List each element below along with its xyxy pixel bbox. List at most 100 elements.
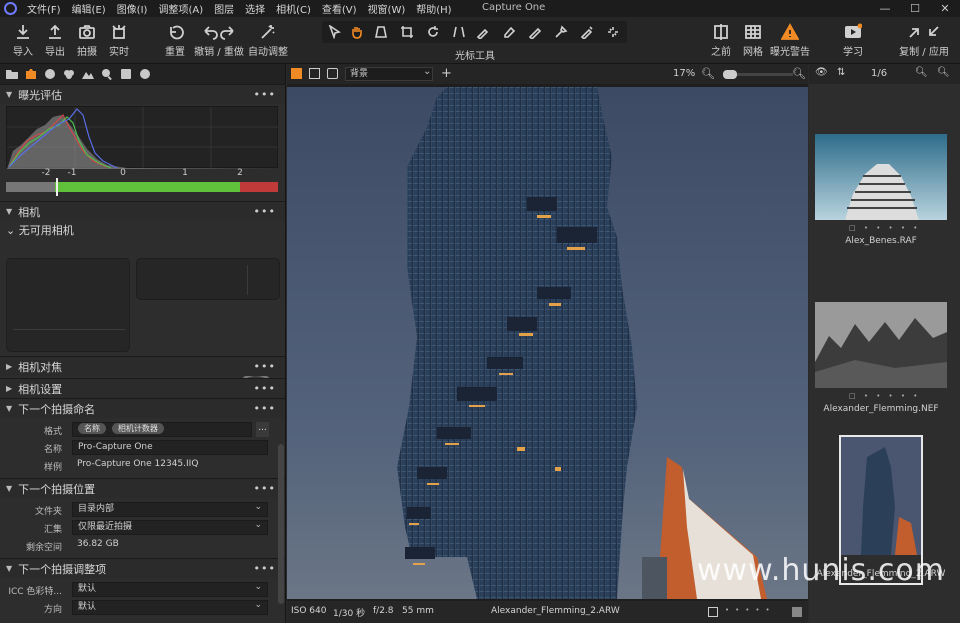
next-capture-naming-title: 下一个拍摄命名 — [18, 402, 96, 416]
viewer: 背景 ⌄ + 17% 🔍︎ 🔍︎ ISO 640 1/30 秒 f/2.8 55… — [287, 64, 808, 623]
menu-file[interactable]: 文件(F) — [27, 1, 61, 16]
zoom-out-icon[interactable]: 🔍︎ — [701, 67, 715, 80]
section-menu-icon[interactable]: ••• — [254, 402, 276, 415]
select-cursor-icon[interactable] — [328, 23, 344, 40]
tools-scrollbar[interactable] — [278, 444, 284, 604]
zoom-browser-icon[interactable]: 🔍︎ — [915, 67, 928, 78]
background-select[interactable]: 背景 — [345, 67, 433, 81]
menu-view[interactable]: 查看(V) — [322, 1, 357, 16]
star-rating[interactable]: ••••• — [725, 606, 776, 614]
annotate-icon[interactable] — [580, 25, 596, 41]
camera-info-panel — [6, 258, 130, 352]
section-menu-icon[interactable]: ••• — [254, 382, 276, 395]
multi-view-icon[interactable] — [291, 68, 302, 79]
settings-spark-icon[interactable] — [606, 25, 622, 39]
chevron-down-icon: ⌄ — [6, 224, 16, 237]
exposure-evaluation-header[interactable]: ▼ 曝光评估 ••• — [0, 84, 285, 104]
section-menu-icon[interactable]: ••• — [254, 88, 276, 101]
zoom-slider[interactable] — [723, 70, 793, 79]
menu-window[interactable]: 视窗(W) — [368, 1, 406, 16]
star-rating[interactable]: □ • • • • • — [849, 392, 920, 400]
live-view-button[interactable]: 实时 — [104, 23, 134, 58]
color-tab-icon[interactable] — [61, 68, 77, 81]
eye-icon[interactable]: 👁︎ — [815, 67, 828, 78]
metadata-tab-icon[interactable] — [137, 68, 153, 81]
section-menu-icon[interactable]: ••• — [254, 205, 276, 218]
heal-pen-icon[interactable] — [528, 25, 544, 41]
orientation-select[interactable]: 默认 — [72, 599, 268, 615]
name-input[interactable]: Pro-Capture One — [72, 440, 268, 455]
camera-focus-title: 相机对焦 — [18, 360, 63, 374]
rating-box-icon[interactable] — [708, 607, 718, 617]
menu-edit[interactable]: 编辑(E) — [72, 1, 106, 16]
menu-camera[interactable]: 相机(C) — [276, 1, 311, 16]
zoom-in-icon[interactable]: 🔍︎ — [792, 67, 806, 80]
thumbnail[interactable]: □ • • • • • Alexander_Flemming.NEF — [815, 302, 947, 422]
proof-view-icon[interactable] — [327, 68, 338, 79]
grid-button[interactable]: 网格 — [738, 23, 768, 58]
keystone-icon[interactable] — [452, 25, 468, 39]
no-camera-available[interactable]: ⌄ 无可用相机 — [6, 222, 74, 238]
menu-image[interactable]: 图像(I) — [117, 1, 148, 16]
capture-button[interactable]: 拍摄 — [72, 23, 102, 58]
undo-redo-button[interactable]: 撤销 / 重做 — [193, 23, 245, 58]
details-tab-icon[interactable] — [99, 68, 115, 81]
menu-help[interactable]: 帮助(H) — [416, 1, 451, 16]
zoom-slider-thumb[interactable] — [723, 70, 737, 79]
maximize-button[interactable]: ☐ — [900, 0, 930, 17]
eraser-icon[interactable] — [502, 25, 518, 39]
folder-select[interactable]: 目录内部 — [72, 501, 268, 517]
photo-preview[interactable] — [287, 87, 808, 599]
crop-icon[interactable] — [400, 25, 416, 39]
star-rating[interactable]: □ • • • • • — [849, 224, 920, 232]
export-button[interactable]: 导出 — [40, 23, 70, 58]
export-icon — [45, 23, 65, 41]
minimize-button[interactable]: — — [870, 0, 900, 17]
learn-button[interactable]: 学习 — [838, 23, 868, 58]
camera-focus-header[interactable]: ▶ 相机对焦 ••• — [0, 356, 285, 376]
menu-adjustments[interactable]: 调整项(A) — [158, 1, 203, 16]
single-view-icon[interactable] — [309, 68, 320, 79]
exposure-tab-icon[interactable] — [80, 68, 96, 81]
library-tab-icon[interactable] — [4, 68, 20, 81]
copy-apply-button[interactable]: 复制 / 应用 — [898, 23, 950, 58]
reset-button[interactable]: 重置 — [160, 23, 190, 58]
icc-select[interactable]: 默认 — [72, 581, 268, 597]
lens-tab-icon[interactable] — [42, 68, 58, 81]
name-label: 名称 — [43, 445, 62, 455]
picker-icon[interactable] — [554, 25, 570, 39]
next-capture-adjust-header[interactable]: ▼ 下一个拍摄调整项 ••• — [0, 558, 285, 578]
capture-tab-icon[interactable] — [23, 68, 39, 81]
sort-icon[interactable]: ⇅ — [837, 67, 845, 78]
format-field[interactable]: 名称 相机计数器 — [72, 422, 252, 437]
camera-settings-header[interactable]: ▶ 相机设置 ••• — [0, 378, 285, 398]
camera-counter-token[interactable]: 相机计数器 — [111, 423, 164, 434]
menu-select[interactable]: 选择 — [245, 1, 265, 16]
browser-panel: 👁︎ ⇅ 1/6 🔍︎ 🔍︎ □ • • • • • Alex_Benes.RA… — [809, 64, 960, 623]
section-menu-icon[interactable]: ••• — [254, 562, 276, 575]
format-edit-button[interactable]: ... — [256, 422, 269, 437]
name-token[interactable]: 名称 — [78, 423, 106, 434]
close-button[interactable]: ✕ — [930, 0, 960, 17]
menu-layers[interactable]: 图层 — [214, 1, 234, 16]
auto-adjust-button[interactable]: 自动调整 — [248, 23, 288, 58]
section-menu-icon[interactable]: ••• — [254, 360, 276, 373]
adjustments-tab-icon[interactable] — [118, 68, 134, 81]
collection-select[interactable]: 仅限最近拍摄 — [72, 519, 268, 535]
search-icon[interactable]: 🔍︎ — [937, 67, 950, 78]
import-button[interactable]: 导入 — [8, 23, 38, 58]
brush-icon[interactable] — [476, 25, 492, 41]
rotate-icon[interactable] — [426, 25, 442, 39]
thumbnail[interactable]: □ • • • • • Alex_Benes.RAF — [815, 134, 947, 254]
pan-hand-icon[interactable] — [350, 25, 366, 39]
before-button[interactable]: 之前 — [706, 23, 736, 58]
next-capture-naming-header[interactable]: ▼ 下一个拍摄命名 ••• — [0, 398, 285, 418]
next-capture-location-header[interactable]: ▼ 下一个拍摄位置 ••• — [0, 478, 285, 498]
exposure-warning-button[interactable]: 曝光警告 — [768, 23, 812, 58]
color-tag-icon[interactable] — [792, 607, 802, 617]
section-menu-icon[interactable]: ••• — [254, 482, 276, 495]
grid-label: 网格 — [743, 47, 763, 58]
add-overlay-icon[interactable]: + — [441, 66, 452, 81]
camera-section-header[interactable]: ▼ 相机 ••• — [0, 201, 285, 221]
zoom-loupe-icon[interactable] — [374, 25, 390, 39]
